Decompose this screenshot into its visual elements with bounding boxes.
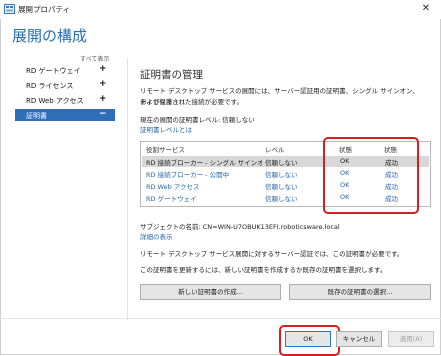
create-certificate-button[interactable]: 新しい証明書の作成... xyxy=(140,284,281,300)
expand-icon: + xyxy=(99,94,107,104)
level-cell: 信頼しない xyxy=(265,159,298,167)
role-service-cell: RD 接続ブローカー - シングル サインオンを有効にする xyxy=(146,159,262,167)
divider xyxy=(127,58,128,320)
nav-item-label: RD ライセンス xyxy=(26,82,74,90)
view-details-link[interactable]: 詳細の表示 xyxy=(140,232,420,243)
level-cell: 信頼しない xyxy=(265,171,298,179)
certificate-level-link[interactable]: 証明書レベルとは xyxy=(140,125,420,136)
update-note-text: この証明書を更新するには、新しい証明書を作成するか既存の証明書を選択します。 xyxy=(140,266,387,274)
level-cell: 信頼しない xyxy=(265,195,298,203)
column-header-level[interactable]: レベル xyxy=(265,144,285,154)
apply-button[interactable]: 適用(A) xyxy=(388,331,434,347)
ok-button[interactable]: OK xyxy=(285,331,331,347)
nav-item-rd-licensing[interactable]: RD ライセンス + xyxy=(15,79,115,91)
section-title: 証明書の管理 xyxy=(140,69,203,81)
app-icon xyxy=(4,4,15,14)
level-cell: 信頼しない xyxy=(265,183,298,191)
collapse-icon: − xyxy=(99,109,107,119)
show-all-link[interactable]: すべて表示 xyxy=(80,54,109,63)
footer-divider xyxy=(0,318,441,319)
role-service-cell: RD Web アクセス xyxy=(146,183,200,191)
select-certificate-button[interactable]: 既存の証明書の選択... xyxy=(289,284,431,300)
nav-item-label: RD ゲートウェイ xyxy=(26,67,81,75)
nav-item-label: RD Web アクセス xyxy=(26,97,84,105)
cancel-button[interactable]: キャンセル xyxy=(336,331,382,347)
status-highlight-box xyxy=(323,137,419,214)
nav-item-rd-web-access[interactable]: RD Web アクセス + xyxy=(15,94,115,106)
expand-icon: + xyxy=(99,79,107,89)
nav-item-rd-gateway[interactable]: RD ゲートウェイ + xyxy=(15,64,115,76)
column-header-role-service[interactable]: 役割サービス xyxy=(146,144,185,154)
description-line-2: ティで保護された接続が必要です。 xyxy=(140,98,243,106)
role-service-cell: RD ゲートウェイ xyxy=(146,195,197,203)
nav-item-certificates[interactable]: 証明書 − xyxy=(15,109,115,121)
nav-item-label: 証明書 xyxy=(26,112,47,120)
page-title: 展開の構成 xyxy=(12,27,88,45)
auth-note-text: リモート デスクトップ サービス展開に対するサーバー認証では、この証明書が必要で… xyxy=(140,250,404,258)
window-title: 展開プロパティ xyxy=(18,5,71,14)
expand-icon: + xyxy=(99,64,107,74)
close-icon[interactable]: ✕ xyxy=(414,1,438,17)
role-service-cell: RD 接続ブローカー - 公開中 xyxy=(146,171,230,179)
